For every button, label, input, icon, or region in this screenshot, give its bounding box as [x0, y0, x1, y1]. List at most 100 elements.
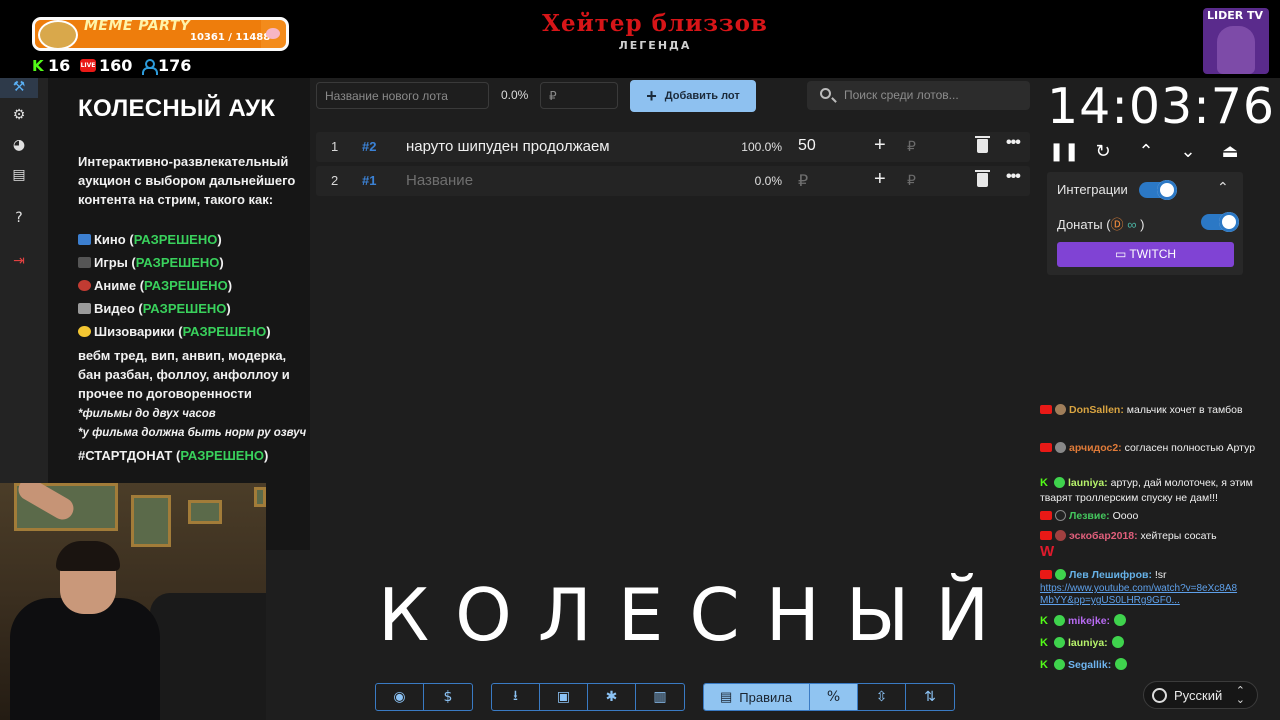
live-viewers: LIVE 160	[80, 56, 132, 75]
sort-icon[interactable]: ⇅	[906, 684, 954, 710]
meme-party-title: MEME PARTY	[84, 18, 191, 34]
picture-frame	[188, 500, 222, 524]
lot-amount[interactable]: 50	[798, 137, 816, 155]
ruble-input[interactable]: ₽	[907, 138, 916, 155]
pie-chart-icon[interactable]: ◕	[10, 136, 28, 154]
chat-message: K Segallik:	[1040, 658, 1280, 673]
kick-viewers-count: 16	[48, 56, 71, 75]
lot-name[interactable]: Название	[406, 172, 473, 189]
rules-button[interactable]: ▤ Правила	[704, 684, 810, 710]
lot-id: #1	[362, 173, 377, 188]
more-icon[interactable]: •••	[1006, 168, 1021, 186]
kick-viewers: K 16	[32, 56, 70, 75]
new-lot-name-input[interactable]: Название нового лота	[316, 82, 489, 109]
camera-icon	[78, 303, 91, 314]
live-icon: LIVE	[80, 59, 96, 72]
pause-icon[interactable]: ❚❚	[1049, 140, 1079, 164]
stream-title-main: Хейтер близзов	[542, 10, 768, 37]
chat-message: DonSallen: мальчик хочет в тамбов	[1040, 403, 1280, 418]
help-icon[interactable]: ?	[10, 209, 28, 227]
chat-message: Kmikejke:	[1040, 614, 1280, 629]
chat-message: Klauniya: артур, дай молоточек, я этим т…	[1040, 477, 1253, 504]
live-viewers-count: 160	[99, 56, 133, 75]
globe-icon	[1152, 688, 1167, 703]
wheel-title-overlay: КОЛЕСНЫЙ	[378, 573, 1016, 657]
category-movies: Кино (РАЗРЕШЕНО)	[78, 232, 222, 247]
avatar	[1217, 26, 1255, 74]
twitch-icon: ▭	[1114, 247, 1127, 261]
trash-icon[interactable]	[975, 136, 990, 153]
ruble-input[interactable]: ₽	[907, 172, 916, 189]
clear-icon[interactable]: ▥	[636, 684, 684, 710]
bug-icon[interactable]: ✱	[588, 684, 636, 710]
chat-message: эскобар2018: хейтеры сосать W	[1040, 530, 1217, 560]
chevron-updown-icon: ⌃ ⌄	[1235, 685, 1245, 706]
hammer-icon[interactable]: ⚒	[0, 78, 38, 98]
channel-logo: LIDER TV	[1203, 8, 1269, 74]
doge-icon	[38, 20, 78, 48]
language-label: Русский	[1174, 688, 1223, 703]
save-icon[interactable]: ▣	[540, 684, 588, 710]
toolbar-group-files: ⭳ ▣ ✱ ▥	[491, 683, 685, 711]
new-lot-percent: 0.0%	[501, 88, 529, 102]
new-lot-amount-input[interactable]: ₽	[540, 82, 618, 109]
donations-toggle[interactable]	[1201, 212, 1239, 232]
lot-index: 1	[331, 139, 339, 154]
chevron-down-icon[interactable]: ⌄	[1176, 140, 1200, 164]
chevron-up-icon[interactable]: ⌃	[1217, 180, 1229, 196]
search-input[interactable]: Поиск среди лотов...	[807, 81, 1030, 110]
kick-icon: K	[32, 56, 44, 75]
picture-frame	[131, 495, 171, 547]
clipboard-icon[interactable]: ▤	[10, 166, 28, 184]
infinity-icon: ∞	[1127, 217, 1137, 232]
github-icon[interactable]: ◉	[376, 684, 424, 710]
compress-icon[interactable]: ⇳	[858, 684, 906, 710]
twitch-button[interactable]: ▭ TWITCH	[1057, 242, 1234, 267]
stream-screen: MEME PARTY 10361 / 11488 K 16 LIVE 160 1…	[0, 0, 1280, 720]
lot-amount[interactable]: ₽	[798, 171, 808, 191]
lot-name[interactable]: наруто шипуден продолжаем	[406, 138, 610, 155]
hashtag-line: #СТАРТДОНАТ (РАЗРЕШЕНО)	[78, 448, 269, 463]
gamepad-icon	[78, 257, 91, 268]
percent-icon[interactable]: %	[810, 684, 858, 710]
trash-icon[interactable]	[975, 170, 990, 187]
donations-label: Донаты (Ⓓ ∞ )	[1057, 217, 1145, 232]
add-lot-button[interactable]: + Добавить лот	[630, 80, 756, 112]
category-shizovariki: Шизоварики (РАЗРЕШЕНО)	[78, 324, 271, 339]
dollar-icon[interactable]: $	[424, 684, 472, 710]
search-placeholder: Поиск среди лотов...	[844, 88, 959, 102]
lot-row: 1 #2 наруто шипуден продолжаем 100.0% 50…	[316, 132, 1030, 162]
chat-panel: DonSallen: мальчик хочет в тамбов арчидо…	[1040, 400, 1280, 680]
panel-note-2: *у фильма должна быть норм ру озвуч	[78, 427, 307, 439]
restart-icon[interactable]: ↻	[1091, 140, 1115, 164]
add-amount-button[interactable]: +	[874, 134, 886, 157]
more-icon[interactable]: •••	[1006, 134, 1021, 152]
toolbar-group-view: ▤ Правила % ⇳ ⇅	[703, 683, 955, 711]
chat-message: арчидос2: согласен полностью Артур	[1040, 441, 1280, 456]
rules-panel: КОЛЕСНЫЙ АУК Интерактивно-развлекательны…	[48, 78, 310, 550]
download-icon[interactable]: ⭳	[492, 684, 540, 710]
lot-index: 2	[331, 173, 339, 188]
rules-icon: ▤	[720, 689, 733, 704]
lot-row: 2 #1 Название 0.0% ₽ + ₽ •••	[316, 166, 1030, 196]
add-amount-button[interactable]: +	[874, 168, 886, 191]
double-chevron-up-icon[interactable]: ⏏	[1218, 140, 1242, 164]
chevron-up-icon[interactable]: ⌃	[1134, 140, 1158, 164]
chat-link[interactable]: https://www.youtube.com/watch?v=8eXc8A8M…	[1040, 583, 1240, 607]
channel-logo-text: LIDER TV	[1207, 9, 1264, 22]
lot-id: #2	[362, 139, 377, 154]
emote	[1115, 658, 1128, 670]
logout-icon[interactable]: ⇥	[10, 252, 28, 270]
language-select[interactable]: Русский ⌃ ⌄	[1143, 681, 1258, 709]
followers-count: 176	[158, 56, 192, 75]
chat-message: Klauniya:	[1040, 636, 1280, 651]
integrations-panel: Интеграции ⌃ Донаты (Ⓓ ∞ ) ▭ TWITCH	[1047, 172, 1243, 275]
chair	[150, 593, 266, 720]
meme-party-progress: MEME PARTY 10361 / 11488	[32, 17, 289, 51]
category-games: Игры (РАЗРЕШЕНО)	[78, 255, 224, 270]
webcam-feed	[0, 483, 266, 720]
integrations-toggle[interactable]	[1139, 180, 1177, 200]
donation-alerts-icon: Ⓓ	[1110, 217, 1124, 232]
gear-icon[interactable]: ⚙	[10, 106, 28, 124]
integrations-label: Интеграции	[1057, 182, 1128, 197]
